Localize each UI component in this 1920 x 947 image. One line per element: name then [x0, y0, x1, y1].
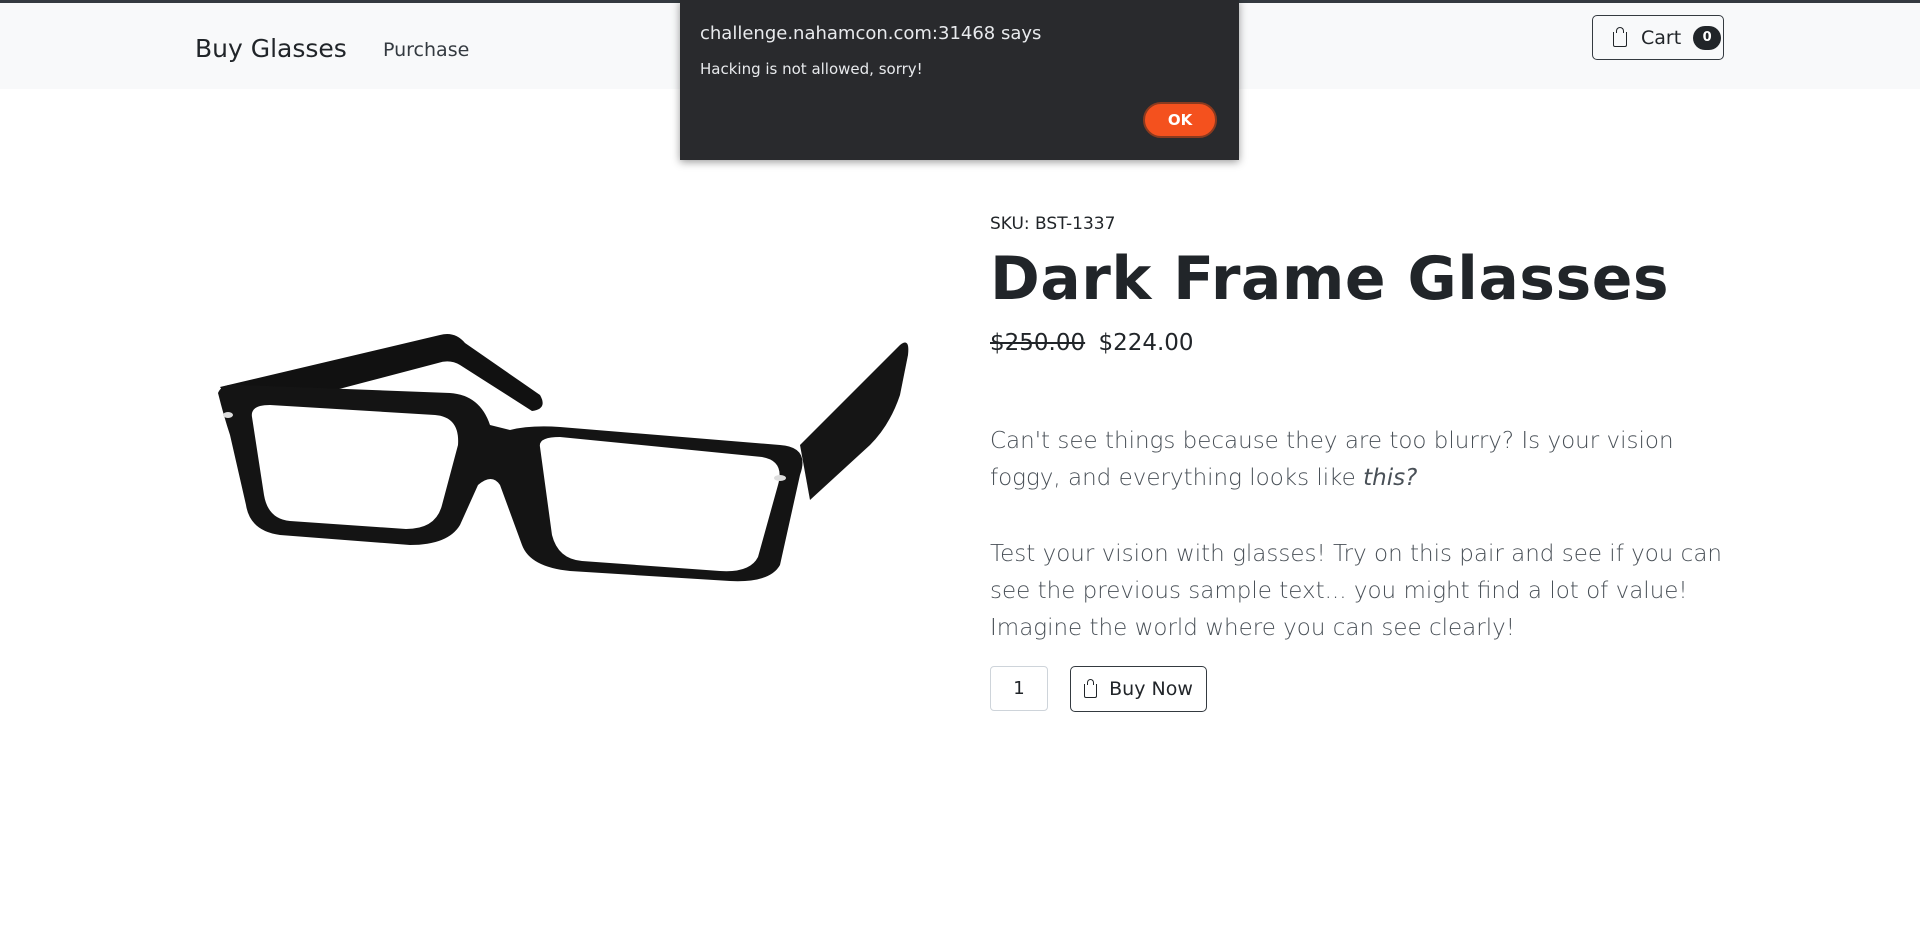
old-price: $250.00 [990, 330, 1086, 356]
current-price: $224.00 [1098, 330, 1194, 356]
bag-icon [1084, 679, 1098, 698]
glasses-image [218, 334, 909, 582]
dialog-ok-button[interactable]: OK [1143, 102, 1217, 138]
cart-bag-icon [1613, 27, 1627, 47]
brand-link[interactable]: Buy Glasses [195, 34, 347, 63]
blurry-sample-text [995, 506, 1515, 524]
product-image [210, 325, 910, 595]
cart-label: Cart [1641, 26, 1682, 49]
alert-dialog: challenge.nahamcon.com:31468 says Hackin… [680, 0, 1239, 160]
buy-now-button[interactable]: Buy Now [1070, 666, 1207, 712]
product-price: $250.00 $224.00 [990, 330, 1194, 356]
product-description-1: Can't see things because they are too bl… [990, 423, 1730, 497]
quantity-input[interactable] [990, 666, 1048, 711]
description-1-italic: this? [1363, 465, 1418, 491]
dialog-origin: challenge.nahamcon.com:31468 says [700, 23, 1042, 44]
description-1-text: Can't see things because they are too bl… [990, 428, 1674, 491]
product-sku: SKU: BST-1337 [990, 214, 1116, 234]
product-title: Dark Frame Glasses [990, 244, 1670, 314]
nav-link-purchase[interactable]: Purchase [383, 39, 469, 61]
cart-count-badge: 0 [1693, 25, 1722, 50]
buy-now-label: Buy Now [1109, 678, 1193, 700]
product-description-2: Test your vision with glasses! Try on th… [990, 541, 1722, 641]
cart-button[interactable]: Cart 0 [1592, 15, 1724, 60]
dialog-message: Hacking is not allowed, sorry! [700, 60, 923, 78]
